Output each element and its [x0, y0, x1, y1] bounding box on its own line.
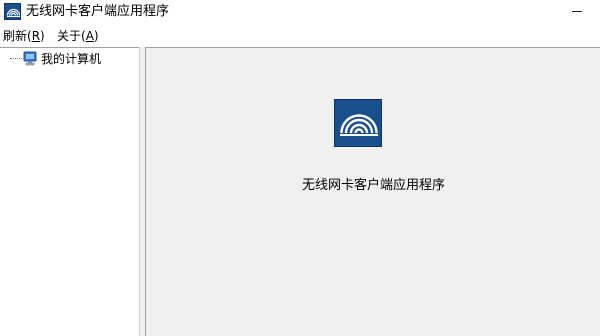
minimize-button[interactable] — [554, 0, 600, 26]
menu-refresh[interactable]: 刷新(R) — [3, 29, 45, 44]
menu-about-suffix: ) — [93, 29, 99, 43]
wifi-app-icon — [4, 3, 21, 20]
menu-about-mnemonic: A — [85, 29, 94, 43]
app-name-label: 无线网卡客户端应用程序 — [301, 178, 445, 193]
menu-refresh-prefix: 刷新( — [3, 29, 32, 43]
menu-about-prefix: 关于( — [57, 29, 86, 43]
menu-about[interactable]: 关于(A) — [57, 29, 99, 44]
tree-connector-line — [10, 58, 22, 60]
title-bar[interactable]: 无线网卡客户端应用程序 — [0, 0, 600, 26]
tree-item-label: 我的计算机 — [41, 52, 102, 66]
content-pane: 无线网卡客户端应用程序 — [145, 47, 600, 336]
app-window: 无线网卡客户端应用程序 刷新(R) 关于(A) 我的计算机 无线网卡客户端应用程… — [0, 0, 600, 336]
window-title: 无线网卡客户端应用程序 — [26, 4, 170, 19]
minimize-icon — [572, 11, 582, 12]
computer-icon — [23, 51, 37, 66]
menu-refresh-suffix: ) — [40, 29, 45, 43]
tree-pane: 我的计算机 — [0, 47, 139, 336]
menu-refresh-mnemonic: R — [31, 29, 41, 43]
menu-bar: 刷新(R) 关于(A) — [0, 26, 600, 47]
wifi-app-icon — [334, 99, 382, 147]
